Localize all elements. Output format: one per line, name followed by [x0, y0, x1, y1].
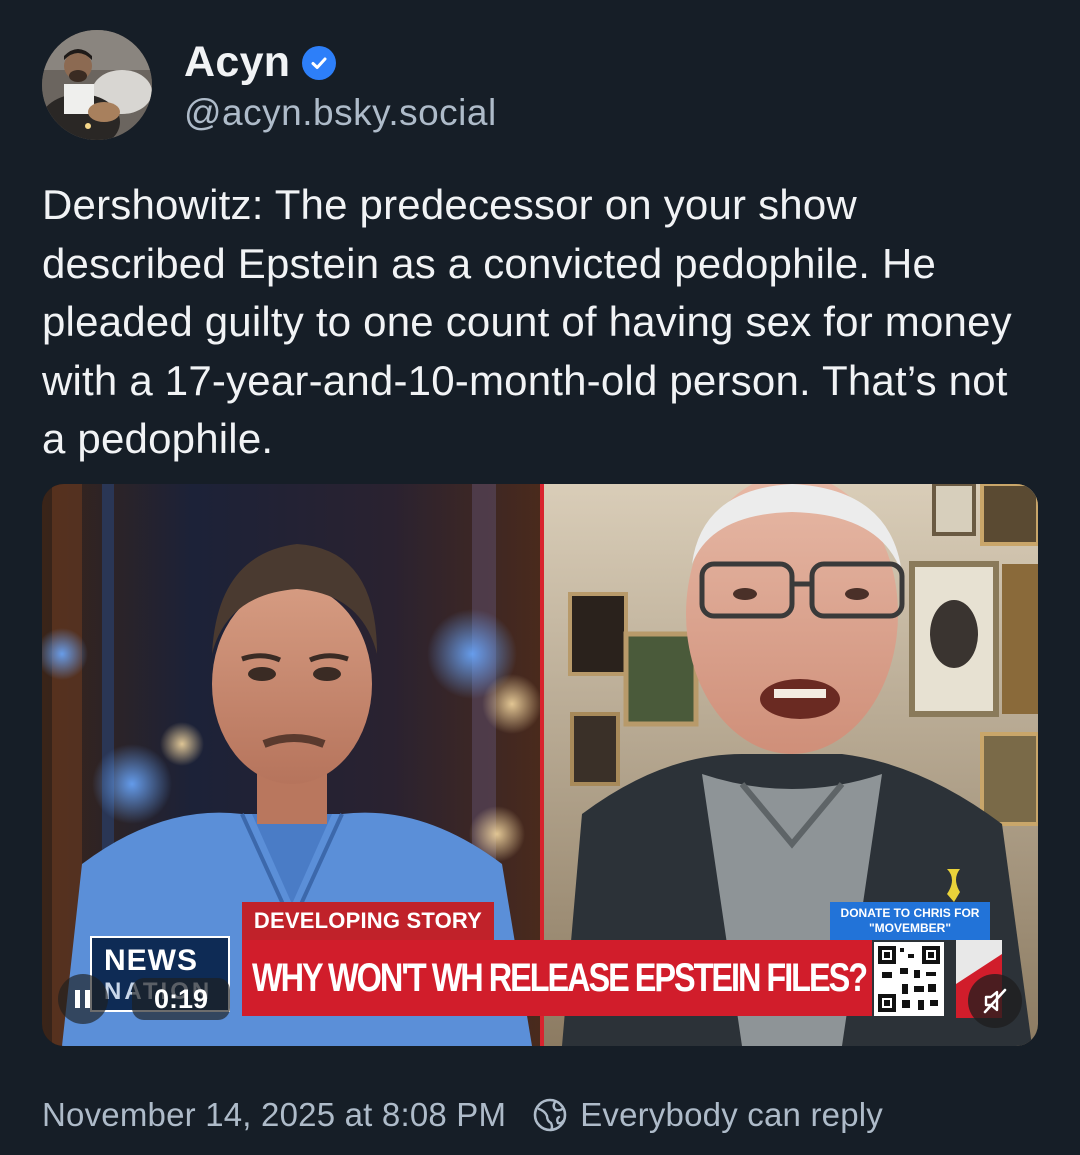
video-player[interactable]: DEVELOPING STORY WHY WON'T WH RELEASE EP…	[42, 484, 1038, 1046]
post-text: Dershowitz: The predecessor on your show…	[42, 181, 1012, 462]
author-avatar[interactable]	[42, 30, 152, 140]
globe-icon	[532, 1097, 568, 1133]
donate-banner: DONATE TO CHRIS FOR "MOVEMBER"	[830, 902, 990, 940]
post-card: Acyn @acyn.bsky.social Dershowitz: The p…	[0, 0, 1080, 1155]
pause-icon	[75, 990, 90, 1008]
pause-button[interactable]	[58, 974, 108, 1024]
author-display-name[interactable]: Acyn	[184, 38, 290, 87]
video-headline: WHY WON'T WH RELEASE EPSTEIN FILES?	[242, 940, 872, 1016]
post-timestamp[interactable]: November 14, 2025 at 8:08 PM	[42, 1096, 506, 1134]
qr-code	[874, 942, 944, 1016]
lower-third-label: DEVELOPING STORY	[242, 902, 494, 940]
reply-setting[interactable]: Everybody can reply	[580, 1096, 883, 1134]
network-logo-line1: NEWS	[104, 944, 198, 977]
unmute-button[interactable]	[968, 974, 1022, 1028]
author-handle[interactable]: @acyn.bsky.social	[184, 92, 497, 134]
avatar-photo	[42, 30, 152, 140]
post-footer: November 14, 2025 at 8:08 PM Everybody c…	[42, 1092, 883, 1138]
author-name-row[interactable]: Acyn	[184, 34, 337, 90]
video-headline-text: WHY WON'T WH RELEASE EPSTEIN FILES?	[252, 955, 868, 1000]
video-time: 0:19	[132, 978, 230, 1020]
speaker-muted-icon	[983, 988, 1007, 1014]
verified-check-icon[interactable]	[302, 46, 337, 80]
